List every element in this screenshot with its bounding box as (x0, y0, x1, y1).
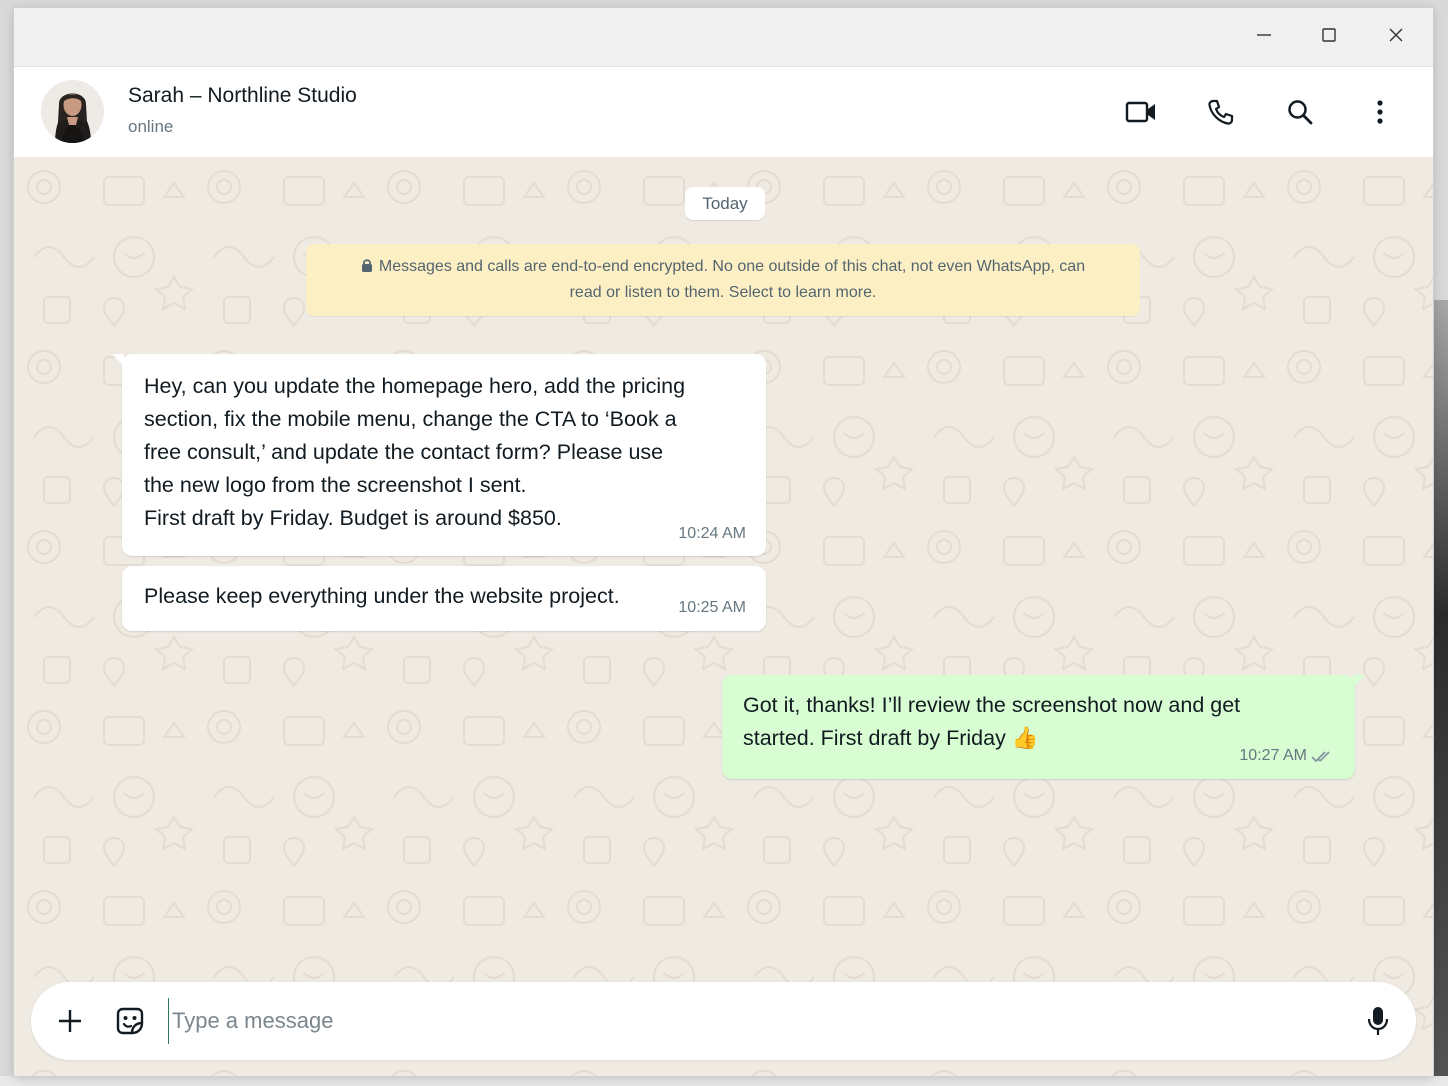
close-button[interactable] (1378, 20, 1414, 50)
date-separator: Today (685, 187, 765, 220)
message-text-line: Got it, thanks! I’ll review the screensh… (743, 693, 1241, 717)
bubble-tail (112, 354, 124, 366)
maximize-icon (1322, 28, 1336, 42)
minimize-icon (1257, 34, 1271, 36)
message-text-line: Hey, can you update the homepage hero, a… (144, 374, 686, 398)
video-call-button[interactable] (1124, 95, 1158, 129)
chat-area[interactable]: Today Messages and calls are end-to-end … (14, 157, 1433, 1076)
sticker-icon (116, 1007, 144, 1035)
encryption-notice-line1: Messages and calls are end-to-end encryp… (378, 258, 1086, 275)
close-icon (1389, 28, 1403, 42)
message-composer (31, 982, 1416, 1060)
app-window: Sarah – Northline Studio online Today Me… (14, 8, 1433, 1076)
message-text-line: the new logo from the screenshot I sent. (144, 473, 527, 497)
encryption-notice[interactable]: Messages and calls are end-to-end encryp… (306, 244, 1140, 316)
maximize-button[interactable] (1311, 20, 1347, 50)
sticker-button[interactable] (111, 1002, 149, 1040)
attach-button[interactable] (51, 1002, 89, 1040)
message-bubble-incoming[interactable]: Hey, can you update the homepage hero, a… (112, 354, 766, 556)
message-text-line: section, fix the mobile menu, change the… (144, 407, 677, 431)
message-timestamp: 10:24 AM (678, 525, 746, 542)
search-button[interactable] (1283, 95, 1317, 129)
message-bubble-outgoing[interactable]: Got it, thanks! I’ll review the screensh… (722, 675, 1365, 779)
contact-name[interactable]: Sarah – Northline Studio (128, 84, 357, 108)
message-text-line: free consult,’ and update the contact fo… (144, 440, 664, 464)
menu-icon (1377, 100, 1383, 124)
message-bubble-incoming[interactable]: Please keep everything under the website… (122, 566, 766, 631)
voice-call-icon (1208, 99, 1234, 125)
menu-button[interactable] (1363, 95, 1397, 129)
read-receipt-icon (1311, 751, 1330, 763)
message-timestamp: 10:27 AM (1239, 747, 1307, 764)
search-icon (1288, 100, 1313, 125)
microphone-icon (1367, 1007, 1389, 1035)
bubble-tail (1353, 675, 1365, 687)
lock-icon (361, 259, 372, 272)
desktop-bottom-edge (0, 1076, 1448, 1086)
message-input[interactable] (168, 998, 1352, 1044)
video-call-icon (1125, 101, 1155, 123)
chat-header: Sarah – Northline Studio online (14, 67, 1433, 158)
message-text-line: First draft by Friday. Budget is around … (144, 506, 562, 530)
voice-call-button[interactable] (1204, 95, 1238, 129)
contact-avatar[interactable] (41, 80, 104, 143)
contact-status: online (128, 117, 174, 136)
voice-message-button[interactable] (1359, 1002, 1397, 1040)
message-text-line: Please keep everything under the website… (144, 584, 620, 608)
minimize-button[interactable] (1246, 20, 1282, 50)
message-timestamp: 10:25 AM (678, 599, 746, 616)
title-bar (14, 8, 1433, 67)
encryption-notice-line2: read or listen to them. Select to learn … (569, 284, 877, 301)
plus-icon (59, 1010, 81, 1032)
avatar-image (41, 80, 104, 143)
